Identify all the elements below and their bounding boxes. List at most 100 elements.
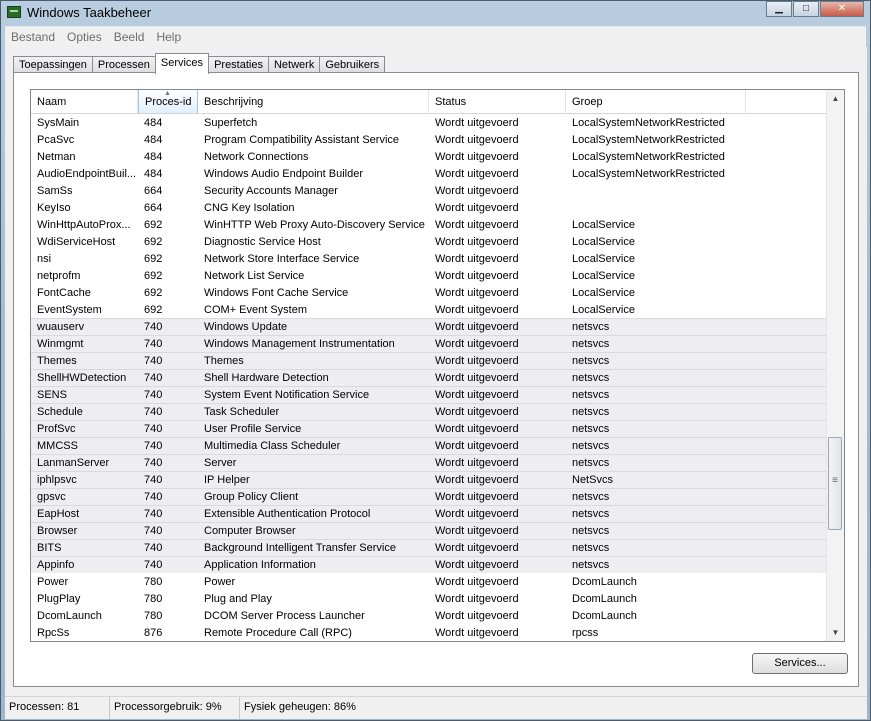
service-name: SENS: [37, 389, 67, 401]
column-header-status[interactable]: Status: [429, 90, 566, 113]
service-description: Themes: [204, 355, 244, 367]
column-header-naam[interactable]: Naam: [31, 90, 138, 113]
close-button[interactable]: ✕: [820, 1, 864, 17]
scroll-down-icon[interactable]: ▼: [827, 624, 844, 641]
table-row[interactable]: WdiServiceHost 692 Diagnostic Service Host…: [31, 233, 827, 250]
service-pid: 740: [144, 525, 163, 537]
service-status: Wordt uitgevoerd: [435, 592, 519, 605]
table-row[interactable]: netprofm 692 Network List Service Wordt uit…: [31, 267, 827, 284]
service-name: ProfSvc: [37, 423, 76, 435]
menu-opties[interactable]: Opties: [61, 30, 108, 44]
minimize-button[interactable]: ▁: [766, 1, 792, 17]
tab-services[interactable]: Services: [154, 53, 210, 74]
services-list[interactable]: Naam ▲ Proces-id Beschrijving Status Gro…: [30, 89, 845, 642]
table-row[interactable]: ShellHWDetection 740 Shell Hardware Detect…: [31, 369, 827, 386]
table-row[interactable]: EapHost 740 Extensible Authentication Prot…: [31, 505, 827, 522]
service-description: Plug and Play: [204, 592, 272, 605]
table-row[interactable]: gpsvc 740 Group Policy Client Wordt uitgevo…: [31, 488, 827, 505]
table-row[interactable]: KeyIso 664 CNG Key Isolation Wordt uitgevoe…: [31, 199, 827, 216]
service-group: netsvcs: [572, 559, 610, 571]
grip-icon: ≡: [832, 475, 838, 486]
service-group: rpcss: [572, 626, 599, 639]
service-pid: 484: [144, 150, 163, 163]
table-row[interactable]: ProfSvc 740 User Profile Service Wordt uitg…: [31, 420, 827, 437]
table-row[interactable]: MMCSS 740 Multimedia Class Scheduler Wordt …: [31, 437, 827, 454]
table-row[interactable]: DcomLaunch 780 DCOM Server Process Launche…: [31, 607, 827, 624]
service-pid: 740: [144, 474, 163, 486]
service-pid: 780: [144, 609, 163, 622]
service-group: netsvcs: [572, 525, 610, 537]
service-description: Group Policy Client: [204, 491, 299, 503]
service-pid: 740: [144, 542, 163, 554]
service-pid: 740: [144, 372, 163, 384]
service-description: COM+ Event System: [204, 303, 308, 316]
task-manager-window: Windows Taakbeheer ▁ □ ✕ Bestand Opties …: [0, 0, 871, 721]
service-status: Wordt uitgevoerd: [435, 184, 519, 197]
table-row[interactable]: Winmgmt 740 Windows Management Instrumenta…: [31, 335, 827, 352]
vertical-scrollbar[interactable]: ▲ ≡ ▼: [826, 90, 844, 641]
table-row[interactable]: RpcSs 876 Remote Procedure Call (RPC) Wordt…: [31, 624, 827, 641]
column-header-beschrijving[interactable]: Beschrijving: [198, 90, 429, 113]
service-pid: 484: [144, 133, 163, 146]
service-description: CNG Key Isolation: [204, 201, 295, 214]
table-row[interactable]: LanmanServer 740 Server Wordt uitgevoerd net…: [31, 454, 827, 471]
table-row[interactable]: iphlpsvc 740 IP Helper Wordt uitgevoerd NetS…: [31, 471, 827, 488]
table-row[interactable]: AudioEndpointBuil... 484 Windows Audio End…: [31, 165, 827, 182]
service-name: RpcSs: [37, 626, 70, 639]
window-controls: ▁ □ ✕: [766, 1, 864, 18]
service-description: Superfetch: [204, 116, 258, 129]
service-pid: 740: [144, 338, 163, 350]
scrollbar-thumb[interactable]: ≡: [828, 437, 842, 530]
scroll-up-icon[interactable]: ▲: [827, 90, 844, 107]
menu-beeld[interactable]: Beeld: [108, 30, 151, 44]
table-row[interactable]: SENS 740 System Event Notification Service…: [31, 386, 827, 403]
table-row[interactable]: PcaSvc 484 Program Compatibility Assistant…: [31, 131, 827, 148]
service-group: netsvcs: [572, 457, 610, 469]
service-description: Application Information: [204, 559, 316, 571]
table-row[interactable]: BITS 740 Background Intelligent Transfer S…: [31, 539, 827, 556]
service-status: Wordt uitgevoerd: [435, 491, 519, 503]
service-name: WdiServiceHost: [37, 235, 116, 248]
table-row[interactable]: wuauserv 740 Windows Update Wordt uitgevoer…: [31, 318, 827, 335]
table-row[interactable]: SamSs 664 Security Accounts Manager Wordt u…: [31, 182, 827, 199]
column-header-groep[interactable]: Groep: [566, 90, 746, 113]
menu-bar: Bestand Opties Beeld Help: [5, 26, 866, 47]
table-row[interactable]: EventSystem 692 COM+ Event System Wordt uit…: [31, 301, 827, 318]
status-bar: Processen: 81 Processorgebruik: 9% Fysie…: [5, 696, 867, 719]
column-header-proces-id[interactable]: ▲ Proces-id: [138, 90, 198, 113]
service-name: Schedule: [37, 406, 83, 418]
service-status: Wordt uitgevoerd: [435, 269, 519, 282]
service-description: DCOM Server Process Launcher: [204, 609, 365, 622]
title-bar[interactable]: Windows Taakbeheer ▁ □ ✕: [1, 1, 870, 25]
sort-ascending-icon: ▲: [164, 90, 171, 97]
table-row[interactable]: Schedule 740 Task Scheduler Wordt uitgevoer…: [31, 403, 827, 420]
table-row[interactable]: WinHttpAutoProx... 692 WinHTTP Web Proxy A…: [31, 216, 827, 233]
table-row[interactable]: Power 780 Power Wordt uitgevoerd DcomLaunch: [31, 573, 827, 590]
service-group: netsvcs: [572, 321, 610, 333]
service-status: Wordt uitgevoerd: [435, 201, 519, 214]
service-status: Wordt uitgevoerd: [435, 406, 519, 418]
menu-help[interactable]: Help: [150, 30, 187, 44]
table-row[interactable]: nsi 692 Network Store Interface Service Wor…: [31, 250, 827, 267]
table-row[interactable]: FontCache 692 Windows Font Cache Service Wo…: [31, 284, 827, 301]
service-pid: 664: [144, 201, 163, 214]
service-description: Network Connections: [204, 150, 309, 163]
table-row[interactable]: PlugPlay 780 Plug and Play Wordt uitgevoerd…: [31, 590, 827, 607]
table-row[interactable]: SysMain 484 Superfetch Wordt uitgevoerd Loca…: [31, 114, 827, 131]
service-name: wuauserv: [37, 321, 85, 333]
menu-bestand[interactable]: Bestand: [5, 30, 61, 44]
table-row[interactable]: Netman 484 Network Connections Wordt uitgev…: [31, 148, 827, 165]
service-pid: 780: [144, 575, 163, 588]
table-row[interactable]: Browser 740 Computer Browser Wordt uitgevoe…: [31, 522, 827, 539]
service-name: Browser: [37, 525, 78, 537]
service-description: Power: [204, 575, 236, 588]
table-row[interactable]: Themes 740 Themes Wordt uitgevoerd netsvcs: [31, 352, 827, 369]
services-button[interactable]: Services...: [752, 653, 848, 674]
service-status: Wordt uitgevoerd: [435, 235, 519, 248]
service-group: netsvcs: [572, 508, 610, 520]
maximize-button[interactable]: □: [793, 1, 819, 17]
service-status: Wordt uitgevoerd: [435, 542, 519, 554]
service-group: LocalService: [572, 252, 635, 265]
table-row[interactable]: Appinfo 740 Application Information Wordt u…: [31, 556, 827, 573]
service-status: Wordt uitgevoerd: [435, 626, 519, 639]
